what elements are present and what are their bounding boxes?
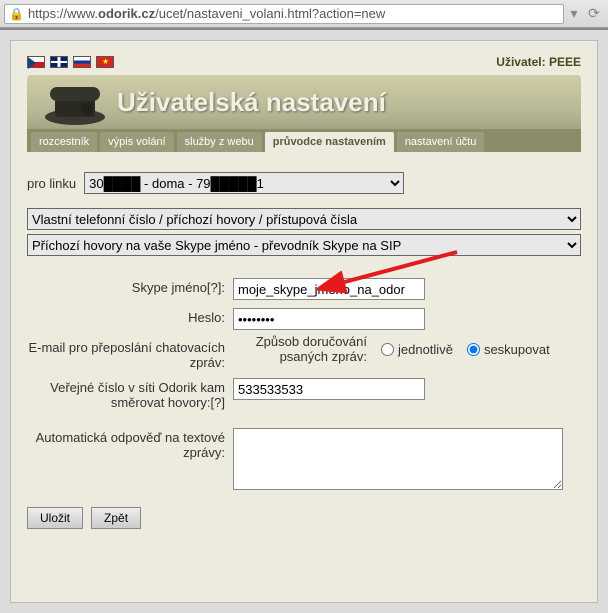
refresh-icon[interactable]: ⟳ [584,5,604,22]
url-bar[interactable]: 🔒 https://www.odorik.cz/ucet/nastaveni_v… [4,4,564,24]
auto-label: Automatická odpověď na textové zprávy: [27,428,233,460]
phone-icon [35,79,115,129]
bookmark-icon[interactable]: ▾ [564,5,584,22]
skype-label: Skype jméno[?]: [27,278,233,295]
user-name: PEEE [549,55,581,69]
flag-gb-icon[interactable] [50,56,68,68]
user-prefix: Uživatel: [496,55,545,69]
auto-textarea[interactable] [233,428,563,490]
url-text: https://www.odorik.cz/ucet/nastaveni_vol… [28,6,385,21]
linka-label: pro linku [27,176,76,191]
email-label: E-mail pro přeposlání chatovacích zpráv: [27,338,233,370]
flag-ru-icon[interactable] [73,56,91,68]
flag-vn-icon[interactable] [96,56,114,68]
page-title: Uživatelská nastavení [117,87,386,118]
tab-nastaveni-uctu[interactable]: nastavení účtu [397,132,485,152]
language-flags [27,56,114,68]
verejne-label: Veřejné číslo v síti Odorik kam směrovat… [27,378,233,410]
zpusob-label: Způsob doručování psaných zpráv: [237,334,367,364]
tab-bar: rozcestník výpis volání služby z webu pr… [27,129,581,152]
radio-seskupovat[interactable]: seskupovat [467,342,550,357]
radio-jednotlive[interactable]: jednotlivě [381,342,453,357]
tab-sluzby-z-webu[interactable]: služby z webu [177,132,262,152]
tab-vypis-volani[interactable]: výpis volání [100,132,173,152]
page-banner: Uživatelská nastavení [27,75,581,129]
heslo-input[interactable] [233,308,425,330]
tab-pruvodce-nastavenim[interactable]: průvodce nastavením [265,132,394,152]
lock-icon: 🔒 [9,7,24,21]
category-select-2[interactable]: Příchozí hovory na vaše Skype jméno - př… [27,234,581,256]
linka-select[interactable]: 30████ - doma - 79█████1 [84,172,404,194]
save-button[interactable]: Uložit [27,507,83,529]
verejne-input[interactable] [233,378,425,400]
flag-cz-icon[interactable] [27,56,45,68]
category-select-1[interactable]: Vlastní telefonní číslo / příchozí hovor… [27,208,581,230]
tab-rozcestnik[interactable]: rozcestník [31,132,97,152]
skype-input[interactable] [233,278,425,300]
heslo-label: Heslo: [27,308,233,325]
back-button[interactable]: Zpět [91,507,141,529]
